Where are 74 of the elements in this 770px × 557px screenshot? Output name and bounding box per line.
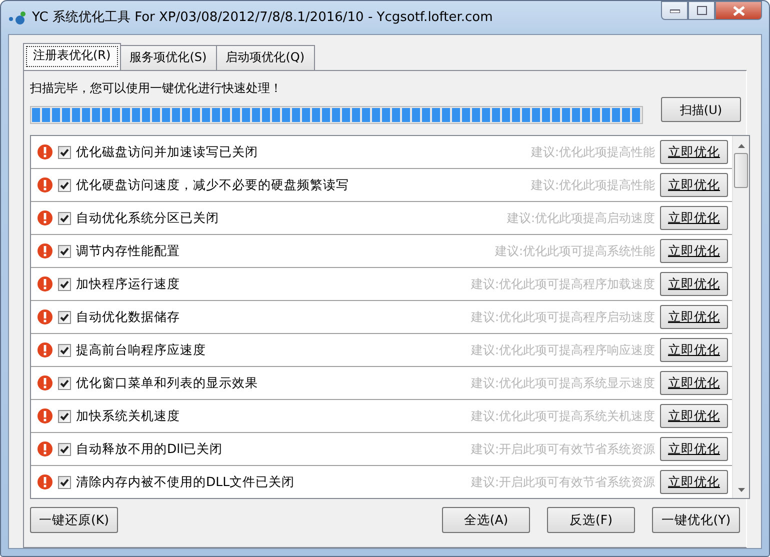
status-message: 扫描完毕，您可以使用一键优化进行快速处理！: [30, 80, 283, 97]
item-label: 优化磁盘访问并加速读写已关闭: [76, 142, 258, 161]
warning-icon: [37, 210, 53, 226]
close-icon: [732, 6, 744, 16]
suggestion-text: 建议:优化此项可提高程序响应速度: [470, 342, 655, 359]
checkbox[interactable]: [58, 310, 71, 324]
checkbox[interactable]: [58, 244, 71, 258]
warning-icon: [37, 342, 53, 358]
warning-icon: [37, 408, 53, 424]
checkbox[interactable]: [58, 278, 71, 290]
checkbox[interactable]: [58, 410, 71, 422]
suggestion-text: 建议:优化此项可提高系统性能: [494, 243, 655, 260]
optimize-now-button[interactable]: 立即优化: [660, 404, 728, 428]
item-label: 自动优化系统分区已关闭: [76, 208, 219, 227]
minimize-icon: [670, 8, 680, 12]
warning-icon: [37, 474, 53, 490]
suggestion-text: 建议:优化此项可提高程序加载速度: [470, 276, 655, 293]
warning-icon: [37, 276, 53, 292]
checkbox[interactable]: [58, 178, 71, 192]
app-logo-icon: [8, 10, 26, 24]
warning-icon: [37, 177, 53, 193]
item-label: 调节内存性能配置: [76, 242, 180, 260]
item-label: 提高前台响程序应速度: [76, 340, 206, 359]
suggestion-text: 建议:优化此项可提高系统关机速度: [470, 408, 655, 425]
footer-button[interactable]: 一键还原(K): [30, 507, 118, 533]
checkbox[interactable]: [58, 376, 71, 390]
footer-button[interactable]: 全选(A): [442, 507, 530, 533]
maximize-icon: [696, 6, 706, 15]
minimize-button[interactable]: [661, 1, 688, 20]
checkbox[interactable]: [58, 344, 71, 356]
item-label: 优化硬盘访问速度，减少不必要的硬盘频繁读写: [76, 176, 349, 194]
optimize-now-button[interactable]: 立即优化: [660, 338, 728, 362]
suggestion-text: 建议:开启此项可有效节省系统资源: [470, 441, 655, 458]
close-button[interactable]: [715, 1, 762, 20]
warning-icon: [37, 309, 53, 325]
optimize-now-button[interactable]: 立即优化: [660, 239, 728, 263]
suggestion-text: 建议:优化此项提高性能: [530, 144, 655, 161]
optimize-now-button[interactable]: 立即优化: [660, 206, 728, 230]
scrollbar-thumb[interactable]: [734, 153, 748, 188]
suggestion-text: 建议:优化此项可提高程序启动速度: [470, 309, 655, 326]
tab[interactable]: 服务项优化(S): [120, 45, 217, 70]
checkbox[interactable]: [58, 146, 71, 158]
item-label: 优化窗口菜单和列表的显示效果: [76, 374, 258, 392]
optimize-now-button[interactable]: 立即优化: [660, 140, 728, 164]
checkbox[interactable]: [58, 212, 71, 224]
optimize-now-button[interactable]: 立即优化: [660, 371, 728, 395]
optimize-now-button[interactable]: 立即优化: [660, 272, 728, 296]
item-label: 加快程序运行速度: [76, 274, 180, 293]
warning-icon: [37, 243, 53, 259]
item-label: 自动释放不用的Dll已关闭: [76, 440, 223, 458]
scrollbar[interactable]: [732, 136, 749, 498]
optimize-now-button[interactable]: 立即优化: [660, 437, 728, 461]
optimize-now-button[interactable]: 立即优化: [660, 173, 728, 197]
item-label: 清除内存内被不使用的DLL文件已关闭: [76, 472, 295, 491]
suggestion-text: 建议:开启此项可有效节省系统资源: [470, 474, 655, 491]
warning-icon: [37, 441, 53, 457]
scan-button[interactable]: 扫描(U): [661, 97, 741, 122]
footer-button[interactable]: 反选(F): [547, 507, 635, 533]
tab[interactable]: 启动项优化(Q): [216, 45, 314, 70]
suggestion-text: 建议:优化此项可提高系统显示速度: [470, 375, 655, 392]
tab[interactable]: 注册表优化(R): [23, 43, 121, 70]
window-title: YC 系统优化工具 For XP/03/08/2012/7/8/8.1/2016/10 - Ycgsotf.lofter.com: [32, 8, 493, 27]
suggestion-text: 建议:优化此项提高性能: [530, 177, 655, 194]
warning-icon: [37, 144, 53, 160]
checkbox[interactable]: [58, 476, 71, 488]
optimize-now-button[interactable]: 立即优化: [660, 470, 728, 494]
footer-button[interactable]: 一键优化(Y): [652, 507, 740, 533]
item-label: 自动优化数据储存: [76, 308, 180, 326]
maximize-button[interactable]: [688, 1, 715, 20]
suggestion-text: 建议:优化此项提高启动速度: [506, 210, 655, 227]
item-label: 加快系统关机速度: [76, 406, 180, 425]
warning-icon: [37, 375, 53, 391]
optimize-now-button[interactable]: 立即优化: [660, 305, 728, 329]
checkbox[interactable]: [58, 442, 71, 456]
